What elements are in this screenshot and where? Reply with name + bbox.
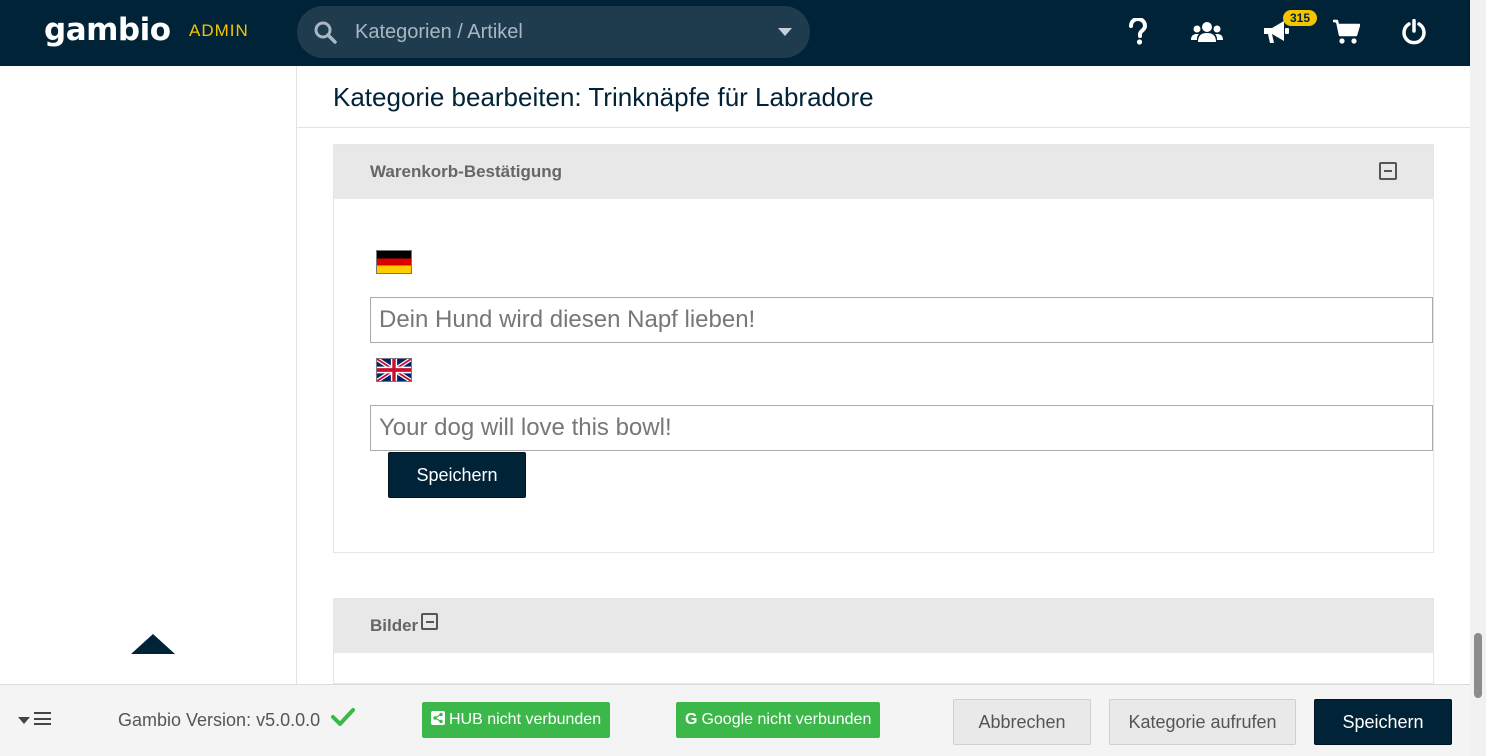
cart-icon[interactable] [1328, 15, 1364, 49]
panel-save-button[interactable]: Speichern [388, 452, 526, 498]
english-text-field[interactable]: Your dog will love this bowl! [370, 405, 1433, 451]
german-text-field[interactable]: Dein Hund wird diesen Napf lieben! [370, 297, 1433, 343]
check-icon [331, 707, 355, 732]
save-button[interactable]: Speichern [1314, 699, 1452, 745]
panel-title: Bilder [370, 616, 419, 635]
collapse-icon[interactable] [421, 613, 438, 630]
panel-header[interactable]: Warenkorb-Bestätigung [334, 145, 1433, 199]
notification-badge: 315 [1283, 10, 1317, 26]
sidebar [0, 66, 297, 684]
scrollbar-thumb[interactable] [1474, 633, 1482, 698]
power-icon[interactable] [1396, 15, 1432, 49]
version-text: Gambio Version: v5.0.0.0 [118, 710, 321, 730]
footer-bar: Gambio Version: v5.0.0.0 HUB nicht verbu… [0, 684, 1470, 756]
google-icon: G [685, 711, 698, 728]
menu-icon[interactable] [34, 712, 51, 725]
gambio-logo[interactable]: gambio [44, 12, 171, 48]
panel-header[interactable]: Bilder [334, 599, 1433, 653]
google-status-label: Google nicht verbunden [701, 711, 872, 728]
help-icon[interactable] [1120, 15, 1156, 49]
divider [297, 127, 1470, 128]
hub-status-label: HUB nicht verbunden [449, 711, 602, 728]
scroll-to-top-icon[interactable] [131, 634, 175, 654]
search-icon [313, 20, 337, 44]
share-icon [431, 702, 445, 738]
collapse-icon[interactable] [1379, 162, 1397, 180]
open-category-button[interactable]: Kategorie aufrufen [1109, 699, 1296, 745]
chevron-down-icon[interactable] [778, 28, 792, 36]
customers-icon[interactable] [1189, 15, 1225, 49]
page-title: Kategorie bearbeiten: Trinknäpfe für Lab… [333, 82, 874, 112]
search-box[interactable]: Kategorien / Artikel [297, 6, 810, 58]
hub-status-button[interactable]: HUB nicht verbunden [422, 702, 611, 738]
chevron-down-icon[interactable] [18, 717, 30, 724]
top-bar: gambio ADMIN Kategorien / Artikel 315 [0, 0, 1470, 66]
panel-title: Warenkorb-Bestätigung [370, 162, 563, 181]
scrollbar[interactable] [1470, 0, 1486, 756]
images-panel: Bilder [333, 598, 1434, 684]
german-flag-icon [376, 250, 412, 274]
uk-flag-icon [376, 358, 412, 382]
google-status-button[interactable]: G Google nicht verbunden [676, 702, 881, 738]
search-input[interactable]: Kategorien / Artikel [355, 21, 523, 44]
cancel-button[interactable]: Abbrechen [953, 699, 1091, 745]
admin-label: ADMIN [189, 21, 249, 40]
